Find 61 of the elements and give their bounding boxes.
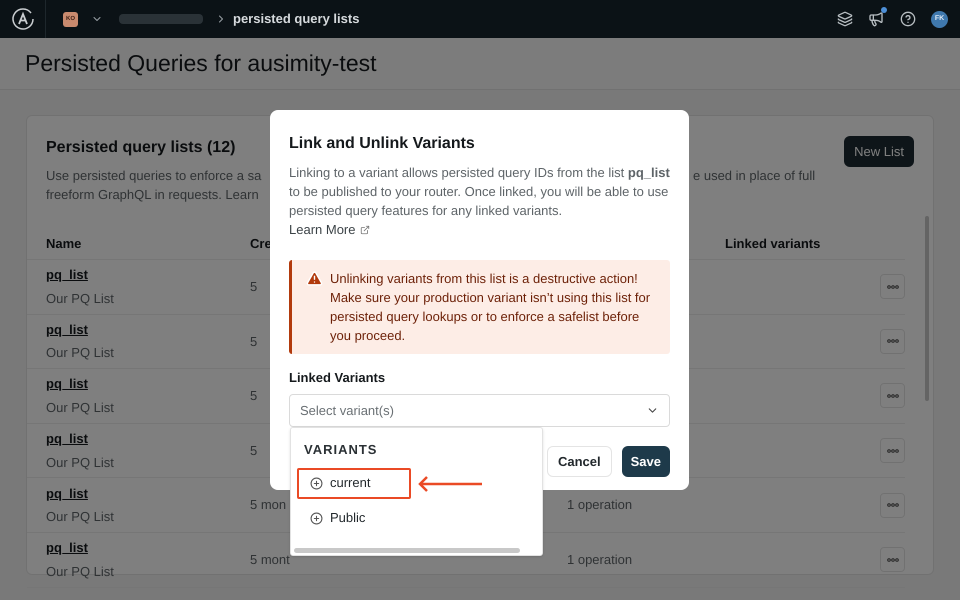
more-icon — [886, 558, 898, 562]
add-icon — [310, 476, 323, 490]
variant-select[interactable]: Select variant(s) — [289, 394, 670, 427]
more-button[interactable] — [880, 383, 905, 408]
more-icon — [886, 503, 898, 508]
horizontal-scrollbar[interactable] — [294, 548, 520, 553]
help-icon[interactable] — [900, 11, 916, 27]
created-cell: 5 — [250, 334, 258, 349]
card-description: freeform GraphQL in requests. Learn — [46, 186, 260, 204]
list-description: Our PQ List — [46, 344, 114, 362]
created-cell: 5 mon — [250, 497, 286, 512]
more-icon — [886, 448, 898, 453]
created-cell: 5 — [250, 388, 258, 404]
created-cell: 5 — [250, 279, 258, 294]
card-description: e used in place of full — [693, 167, 816, 185]
list-description: Our PQ List — [46, 454, 114, 472]
more-button[interactable] — [880, 492, 905, 518]
list-description: Our PQ List — [46, 290, 114, 308]
list-name-link[interactable]: pq_list — [46, 484, 88, 504]
column-header: Name — [46, 234, 82, 253]
cancel-button[interactable]: Cancel — [546, 446, 612, 477]
operations-cell: 1 operation — [567, 552, 632, 568]
column-header: Linked variants — [725, 234, 820, 253]
more-icon — [886, 339, 898, 344]
list-name-link[interactable]: pq_list — [46, 429, 88, 449]
card-title: Persisted query lists (12) — [46, 138, 236, 158]
dialog-title: Link and Unlink Variants — [289, 134, 476, 154]
breadcrumb-current[interactable]: persisted query lists — [233, 9, 360, 29]
created-cell: 5 mont — [250, 552, 290, 568]
more-icon — [886, 394, 898, 398]
external-link-icon — [360, 224, 370, 235]
more-button[interactable] — [880, 547, 905, 572]
operations-cell: 1 operation — [567, 497, 632, 512]
more-button[interactable] — [880, 274, 905, 300]
pointer-arrow — [417, 476, 483, 492]
more-button[interactable] — [880, 438, 905, 464]
dialog-description: Linking to a variant allows persisted query IDs from the list pq_list to be published to your router. Once linked, you will be able to use persisted query features for any linked variants. — [289, 164, 670, 220]
new-list-button[interactable]: New List — [844, 136, 914, 167]
warning-text: Unlinking variants from this list is a destructive action! Make sure your production variant isn’t using this list for persisted query lookups or to enforce a safelist before you proceed. — [330, 270, 652, 344]
list-description: Our PQ List — [46, 508, 114, 526]
list-name-link[interactable]: pq_list — [46, 320, 88, 340]
list-name-link[interactable]: pq_list — [46, 374, 88, 394]
more-icon — [886, 284, 898, 289]
list-name-link[interactable]: pq_list — [46, 265, 88, 285]
add-icon — [310, 512, 323, 524]
created-cell: 5 — [250, 442, 258, 458]
dropdown-heading: VARIANTS — [303, 441, 378, 459]
list-description: Our PQ List — [46, 398, 114, 417]
learn-more-link[interactable]: Learn More — [289, 220, 370, 240]
card-description: Use persisted queries to enforce a sa — [46, 167, 262, 185]
more-button[interactable] — [880, 328, 905, 354]
field-label: Linked Variants — [289, 368, 386, 386]
logo-icon[interactable] — [10, 7, 34, 31]
variant-option[interactable]: Public — [297, 502, 411, 534]
list-description: Our PQ List — [46, 562, 114, 581]
list-name-link[interactable]: pq_list — [46, 538, 88, 558]
layers-icon[interactable] — [837, 11, 853, 27]
warning-icon — [306, 270, 323, 286]
variant-option[interactable]: current — [297, 468, 411, 498]
page-title: Persisted Queries for ausimity-test — [25, 49, 377, 78]
save-button[interactable]: Save — [622, 446, 670, 477]
